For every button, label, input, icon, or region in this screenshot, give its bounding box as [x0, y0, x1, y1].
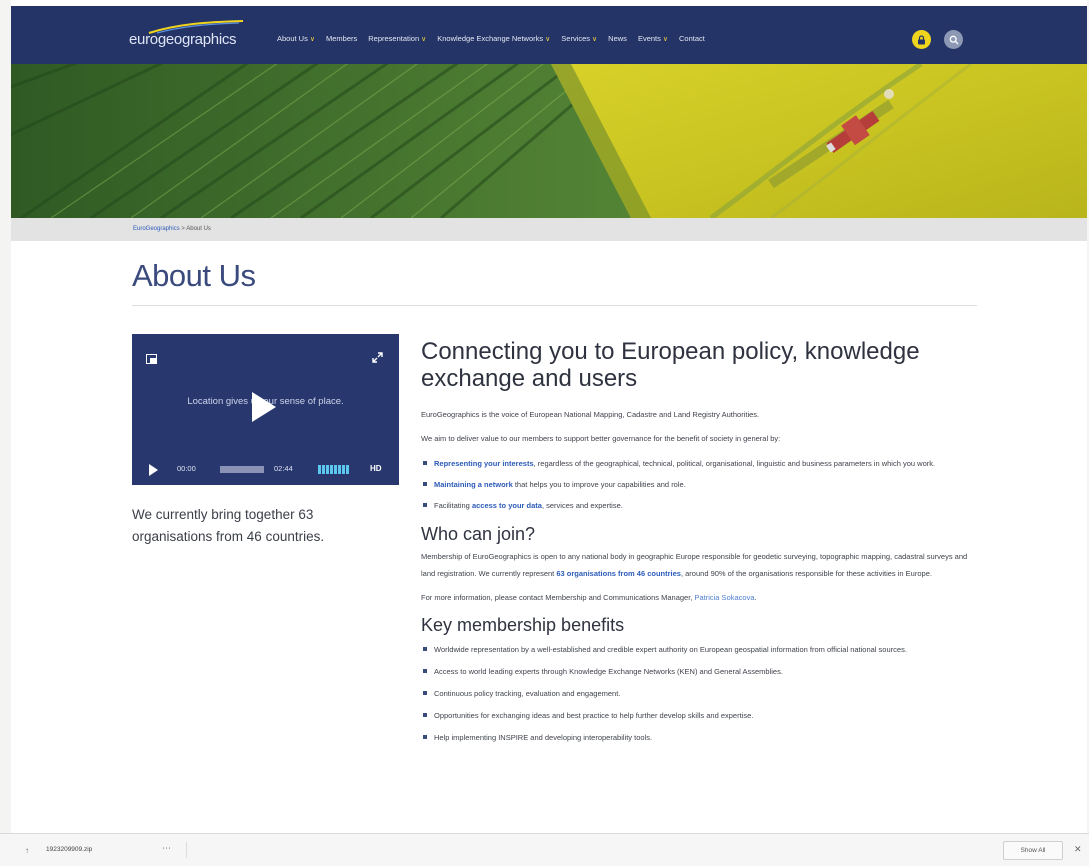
download-divider	[186, 842, 187, 858]
video-player[interactable]: Location gives us our sense of place. 00…	[132, 334, 399, 485]
browser-page: eurogeographics About Us ∨ Members Represen…	[11, 0, 1087, 833]
member-login-button[interactable]	[912, 30, 931, 49]
nav-item-label: Members	[325, 34, 358, 43]
list-item: Opportunities for exchanging ideas and b…	[421, 707, 981, 724]
contact-text: For more information, please contact Mem…	[421, 593, 695, 602]
aims-list: Representing your interests, regardless …	[421, 455, 981, 514]
download-file-icon[interactable]: ↑	[25, 846, 29, 855]
nav-item-about-us[interactable]: About Us ∨	[277, 34, 315, 43]
list-item: Continuous policy tracking, evaluation a…	[421, 685, 981, 702]
chevron-down-icon: ∨	[662, 36, 668, 43]
download-filename[interactable]: 1923209909.zip	[46, 846, 92, 853]
nav-item-label: Events	[637, 34, 661, 43]
list-item: Worldwide representation by a well-estab…	[421, 641, 981, 658]
page-title: About Us	[132, 258, 256, 293]
list-item: Access to world leading experts through …	[421, 663, 981, 680]
chevron-down-icon: ∨	[545, 36, 551, 43]
list-item-text: that helps you to improve your capabilit…	[512, 480, 686, 489]
quality-button[interactable]: HD	[370, 464, 382, 473]
close-icon[interactable]: ✕	[1074, 844, 1082, 855]
chevron-down-icon: ∨	[592, 36, 598, 43]
video-current-time: 00:00	[177, 464, 196, 473]
hero-image	[11, 64, 1087, 218]
logo-text: eurogeographics	[129, 31, 237, 48]
nav-item-label: Contact	[679, 34, 705, 43]
big-play-button[interactable]	[252, 392, 276, 422]
video-seek-bar[interactable]	[220, 466, 264, 473]
list-item-text: , services and expertise.	[541, 501, 623, 510]
title-divider	[132, 305, 977, 306]
contact-person-link[interactable]: Patricia Sokacova	[694, 593, 754, 602]
nav-item-news[interactable]: News	[608, 34, 627, 43]
main-content: Connecting you to European policy, knowl…	[421, 338, 981, 746]
nav-item-services[interactable]: Services ∨	[561, 34, 597, 43]
list-item-text: Facilitating	[434, 501, 472, 510]
video-controls: 00:00 02:44 HD	[132, 460, 399, 480]
site-logo[interactable]: eurogeographics	[129, 20, 249, 54]
organisations-link[interactable]: 63 organisations from 46 countries	[556, 569, 681, 578]
breadcrumb: EuroGeographics > About Us	[133, 226, 211, 232]
play-icon[interactable]	[149, 464, 158, 476]
section-heading: Connecting you to European policy, knowl…	[421, 338, 920, 392]
list-item: Facilitating access to your data, servic…	[421, 497, 981, 514]
show-all-button[interactable]: Show All	[1003, 841, 1063, 860]
nav-item-events[interactable]: Events ∨	[638, 34, 668, 43]
nav-item-label: Knowledge Exchange Networks	[437, 34, 544, 43]
access-to-data-link[interactable]: access to your data	[472, 501, 542, 510]
fullscreen-icon[interactable]	[372, 350, 383, 368]
nav-item-label: Representation	[368, 34, 420, 43]
nav-item-label: Services	[561, 34, 591, 43]
nav-item-label: News	[608, 34, 627, 43]
video-duration: 02:44	[274, 464, 293, 473]
membership-paragraph: Membership of EuroGeographics is open to…	[421, 548, 981, 582]
maintaining-network-link[interactable]: Maintaining a network	[434, 480, 513, 489]
chevron-down-icon: ∨	[421, 36, 427, 43]
representing-interests-link[interactable]: Representing your interests	[434, 459, 534, 468]
nav-item-members[interactable]: Members	[326, 34, 357, 43]
list-item: Representing your interests, regardless …	[421, 455, 981, 472]
breadcrumb-home-link[interactable]: EuroGeographics	[133, 226, 180, 232]
chevron-down-icon: ∨	[309, 36, 315, 43]
list-item-text: , regardless of the geographical, techni…	[533, 459, 936, 468]
download-bar: ↑ 1923209909.zip ⋯ Show All ✕	[0, 833, 1089, 866]
site-header: eurogeographics About Us ∨ Members Represen…	[11, 6, 1087, 64]
search-icon	[949, 35, 958, 44]
breadcrumb-bar: EuroGeographics > About Us	[11, 218, 1087, 241]
list-item: Maintaining a network that helps you to …	[421, 476, 981, 493]
lock-icon	[918, 34, 925, 44]
organisations-summary: We currently bring together 63 organisat…	[132, 507, 325, 544]
download-options-icon[interactable]: ⋯	[162, 843, 171, 854]
breadcrumb-current: About Us	[186, 226, 211, 232]
membership-text-end: , around 90% of the organisations respon…	[680, 569, 932, 578]
list-item: Help implementing INSPIRE and developing…	[421, 729, 981, 746]
nav-item-contact[interactable]: Contact	[679, 34, 705, 43]
picture-in-picture-icon[interactable]	[146, 351, 157, 369]
breadcrumb-separator: >	[181, 226, 185, 232]
nav-item-representation[interactable]: Representation ∨	[368, 34, 426, 43]
main-nav: About Us ∨ Members Representation ∨ Knowledge…	[277, 34, 705, 43]
nav-item-knowledge-exchange-networks[interactable]: Knowledge Exchange Networks ∨	[437, 34, 550, 43]
who-can-join-heading: Who can join?	[421, 524, 536, 544]
benefits-list: Worldwide representation by a well-estab…	[421, 641, 981, 746]
nav-item-label: About Us	[277, 34, 308, 43]
intro-paragraph-1: EuroGeographics is the voice of European…	[421, 410, 760, 419]
field-aerial-photo	[11, 64, 1087, 218]
contact-paragraph: For more information, please contact Mem…	[421, 589, 981, 606]
contact-text-end: .	[754, 593, 757, 602]
intro-paragraph-2: We aim to deliver value to our members t…	[421, 434, 781, 443]
volume-icon[interactable]	[318, 465, 349, 474]
benefits-heading: Key membership benefits	[421, 615, 625, 635]
search-button[interactable]	[944, 30, 963, 49]
